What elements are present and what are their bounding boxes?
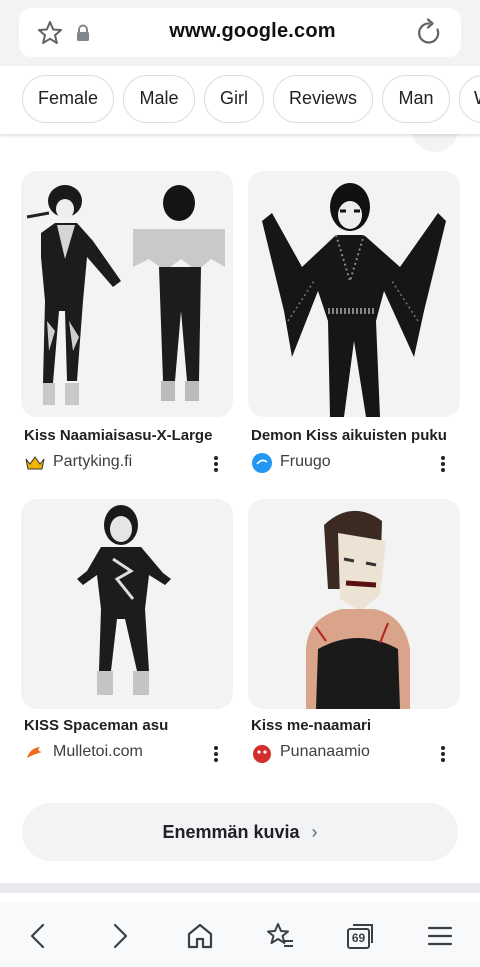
result-thumbnail[interactable] (248, 171, 460, 417)
chip-partial[interactable]: W (459, 75, 480, 123)
result-source[interactable]: Mulletoi.com (53, 743, 143, 761)
filter-chips: Female Male Girl Reviews Man W (0, 66, 480, 134)
result-thumbnail[interactable] (21, 171, 233, 417)
tabs-button[interactable]: 69 (344, 920, 376, 952)
star-outline-icon[interactable] (36, 19, 64, 47)
more-options-icon[interactable] (212, 455, 220, 473)
address-bar: www.google.com (0, 0, 480, 66)
back-icon[interactable] (22, 920, 54, 952)
chip-female[interactable]: Female (22, 75, 114, 123)
more-images-button[interactable]: Enemmän kuvia › (22, 803, 458, 861)
mulletoi-icon (27, 747, 42, 758)
forward-icon[interactable] (104, 920, 136, 952)
result-source[interactable]: Fruugo (280, 453, 331, 471)
more-options-icon[interactable] (212, 745, 220, 763)
lock-icon (77, 24, 89, 41)
chip-girl[interactable]: Girl (204, 75, 264, 123)
result-title[interactable]: Demon Kiss aikuisten puku (251, 427, 447, 444)
punanaamio-icon (253, 745, 271, 763)
chip-reviews[interactable]: Reviews (273, 75, 373, 123)
result-thumbnail[interactable] (248, 499, 460, 709)
bookmarks-icon[interactable] (264, 920, 296, 952)
tab-count: 69 (351, 931, 366, 945)
section-divider (0, 883, 480, 893)
result-thumbnail[interactable] (21, 499, 233, 709)
chip-man[interactable]: Man (382, 75, 450, 123)
result-title[interactable]: Kiss Naamiaisasu-X-Large (24, 427, 212, 444)
result-source[interactable]: Punanaamio (280, 743, 370, 761)
crown-icon (25, 456, 45, 470)
url-text[interactable]: www.google.com (120, 20, 385, 43)
reload-icon[interactable] (414, 18, 444, 48)
fruugo-icon (252, 453, 272, 473)
result-source[interactable]: Partyking.fi (53, 453, 132, 471)
more-options-icon[interactable] (439, 745, 447, 763)
menu-icon[interactable] (424, 920, 456, 952)
home-icon[interactable] (184, 920, 216, 952)
more-images-label: Enemmän kuvia (162, 822, 300, 842)
chip-male[interactable]: Male (123, 75, 195, 123)
more-options-icon[interactable] (439, 455, 447, 473)
browser-bottom-nav: 69 (0, 902, 480, 967)
result-title[interactable]: KISS Spaceman asu (24, 717, 168, 734)
chevron-right-icon: › (311, 822, 318, 842)
result-title[interactable]: Kiss me-naamari (251, 717, 371, 734)
